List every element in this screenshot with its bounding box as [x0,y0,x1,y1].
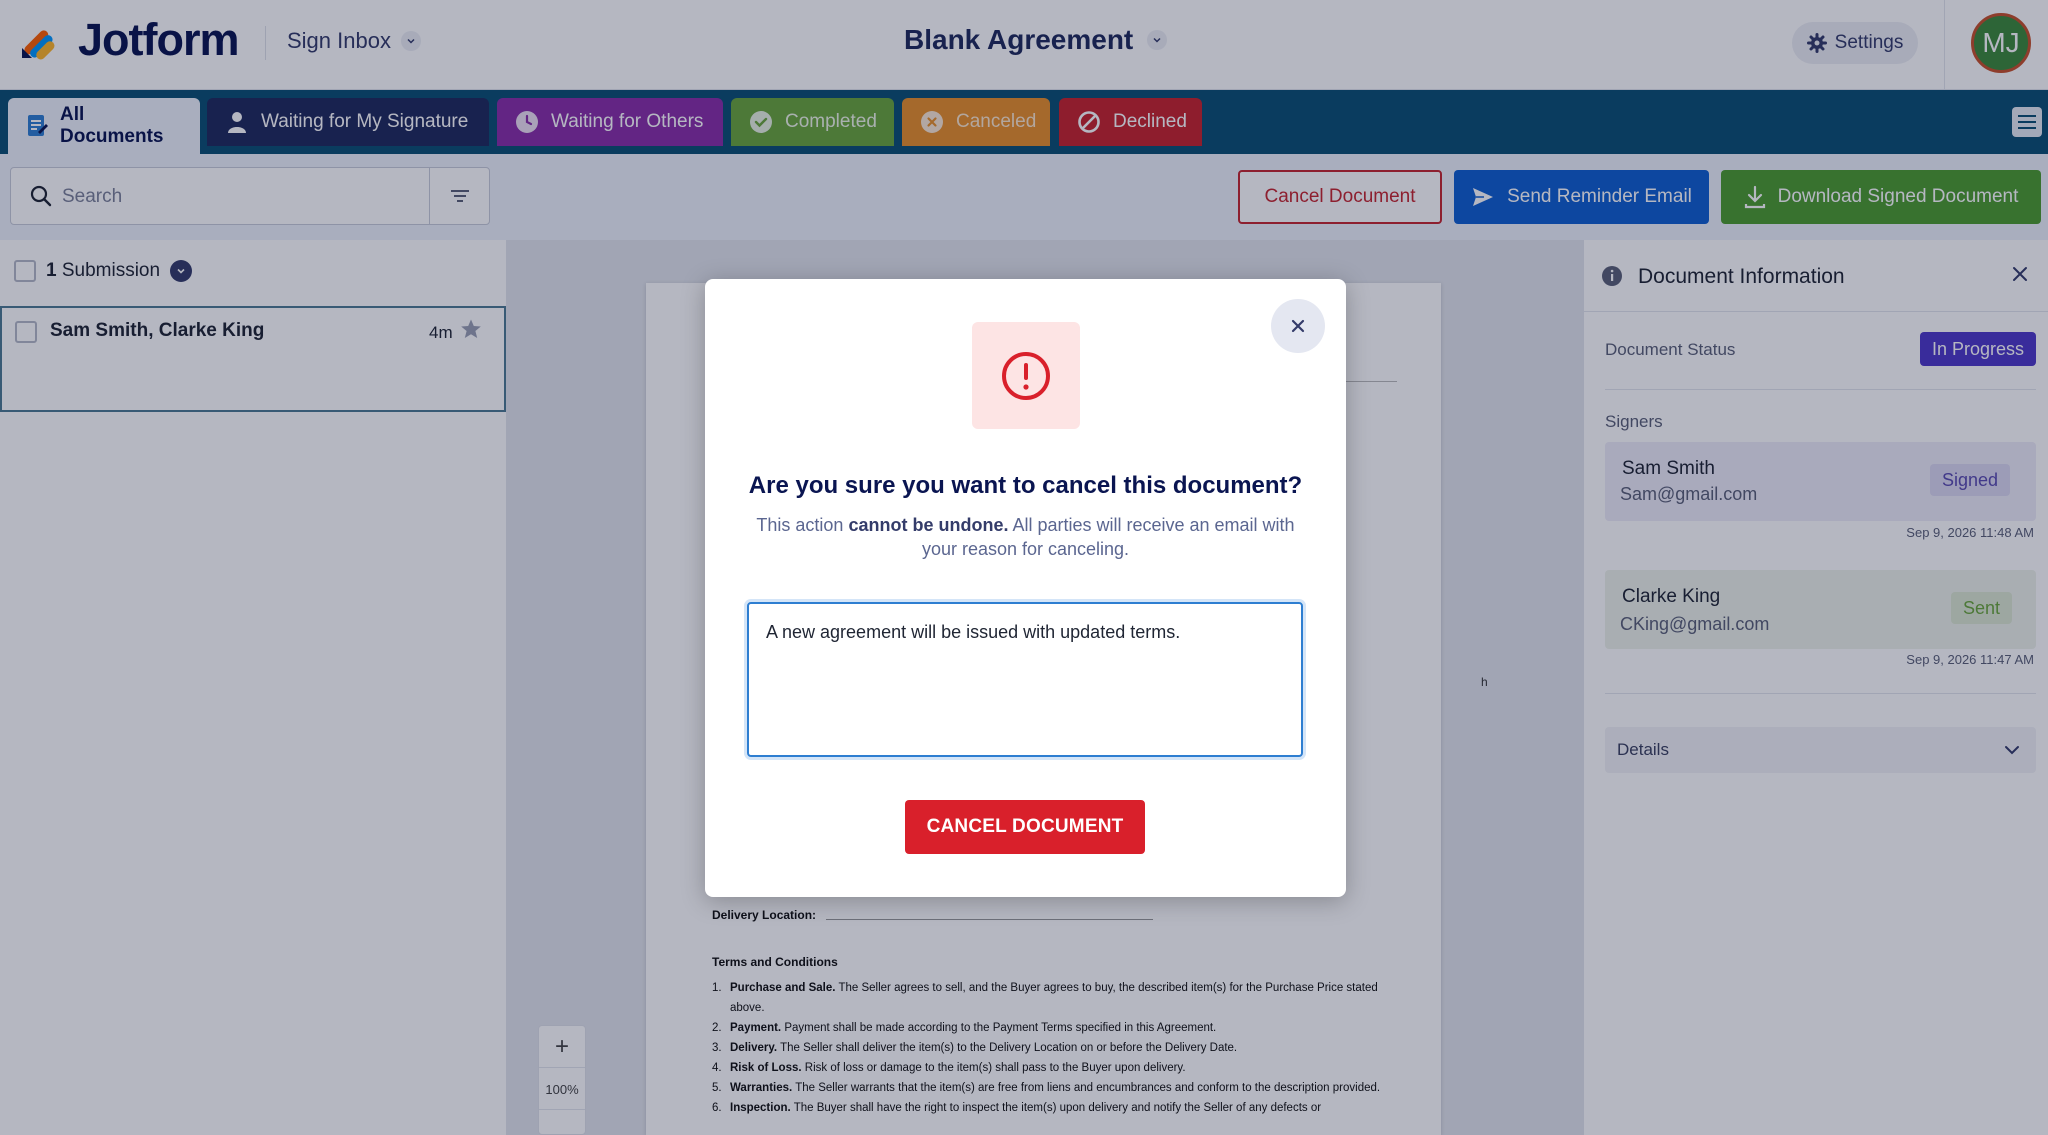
dialog-description: This action cannot be undone. All partie… [756,515,1295,559]
cancel-document-dialog: Are you sure you want to cancel this doc… [705,279,1346,897]
close-icon [1291,319,1305,333]
warning-badge [972,322,1080,429]
close-dialog-button[interactable] [1271,299,1325,353]
modal-backdrop[interactable] [0,0,2048,240]
confirm-cancel-document-button[interactable]: CANCEL DOCUMENT [905,800,1145,854]
exclamation-circle-icon [1002,351,1050,400]
dialog-title: Are you sure you want to cancel this doc… [748,472,1303,499]
cancel-reason-textarea[interactable]: A new agreement will be issued with upda… [747,602,1303,757]
